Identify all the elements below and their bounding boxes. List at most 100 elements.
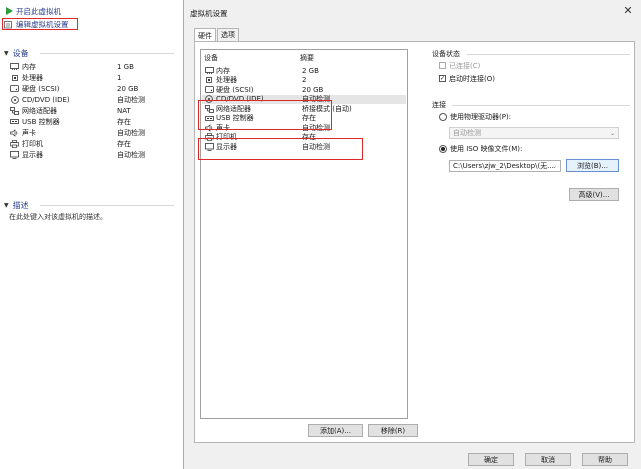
device-row-name: 处理器 [216,76,237,84]
use-iso-image-radio[interactable]: 使用 ISO 映像文件(M): [439,144,522,153]
processor-icon [9,73,20,82]
connect-at-power-on-checkbox[interactable]: ✓ 启动时连接(O) [439,74,495,83]
highlight-box-cd-network [198,138,363,160]
connect-at-power-on-label: 启动时连接(O) [449,74,495,83]
device-row-name: 内存 [216,66,230,75]
device-item[interactable]: 网络适配器 NAT [9,105,174,116]
device-name: 网络适配器 [22,106,57,115]
device-value: 存在 [117,117,131,126]
device-item[interactable]: 声卡 自动检测 [9,127,174,138]
device-row-summary: 2 GB [302,66,319,75]
advanced-button[interactable]: 高级(V)... [569,188,619,201]
description-section-header[interactable]: ▼ 描述 [4,200,29,211]
highlight-box-edit-settings [2,18,78,30]
device-value: 20 GB [117,84,139,93]
device-value: 自动检测 [117,128,145,137]
hard-disk-icon [9,84,20,93]
collapse-caret-icon: ▼ [4,50,9,57]
processor-icon [204,76,214,84]
sound-card-icon [9,128,20,137]
usb-icon [9,117,20,126]
device-item[interactable]: USB 控制器 存在 [9,116,174,127]
tab-options[interactable]: 选项 [217,28,239,41]
device-value: 自动检测 [117,95,145,104]
device-status-divider [467,54,630,55]
devices-divider [40,53,174,54]
collapse-caret-icon: ▼ [4,202,9,209]
device-item[interactable]: CD/DVD (IDE) 自动检测 [9,94,174,105]
memory-icon [204,67,214,75]
vm-summary-panel: 开启此虚拟机 编辑虚拟机设置 ▼ 设备 内存 1 GB 处理器 1 硬盘 (SCSI) 2… [0,0,178,469]
dialog-title: 虚拟机设置 [190,9,228,18]
column-header-summary[interactable]: 摘要 [300,53,314,63]
power-on-action[interactable]: 开启此虚拟机 [4,6,61,16]
memory-icon [9,62,20,71]
device-name: 显示器 [22,150,43,159]
power-on-label: 开启此虚拟机 [16,6,61,16]
connection-divider [452,105,630,106]
add-device-button[interactable]: 添加(A)... [308,424,363,437]
play-icon [4,7,13,16]
device-name: USB 控制器 [22,117,60,126]
tab-hardware[interactable]: 硬件 [194,28,216,42]
use-iso-image-label: 使用 ISO 映像文件(M): [450,144,523,153]
device-item[interactable]: 内存 1 GB [9,61,174,72]
devices-header-label: 设备 [12,49,29,58]
cd-dvd-icon [9,95,20,104]
use-physical-drive-radio[interactable]: 使用物理驱动器(P): [439,112,511,121]
ok-button[interactable]: 确定 [468,453,514,466]
device-name: 打印机 [22,139,43,148]
device-value: 自动检测 [117,150,145,159]
connection-label: 连接 [432,101,446,109]
use-physical-drive-label: 使用物理驱动器(P): [450,112,512,121]
device-row[interactable]: 内存 2 GB [202,66,406,75]
physical-drive-select[interactable]: 自动检测 ⌄ [449,127,619,139]
device-value: NAT [117,106,131,115]
device-name: CD/DVD (IDE) [22,95,70,104]
cancel-button[interactable]: 取消 [525,453,571,466]
hardware-tab-panel: 设备 摘要 内存 2 GB 处理器 2 硬盘 (SCSI) 20 GB CD/DVD (ID… [194,41,635,443]
device-list-header: 设备 摘要 [204,53,314,63]
help-button[interactable]: 帮助 [582,453,628,466]
iso-path-combo[interactable]: C:\Users\zjw_2\Desktop\(无... ⌄ [449,160,561,172]
chevron-down-icon: ⌄ [609,130,615,137]
device-name: 处理器 [22,73,43,82]
device-status-label: 设备状态 [432,50,460,58]
network-adapter-icon [9,106,20,115]
printer-icon [9,139,20,148]
device-name: 硬盘 (SCSI) [22,84,60,93]
vm-settings-dialog: 虚拟机设置 ✕ 硬件 选项 设备 摘要 内存 2 GB 处理器 2 硬盘 (SCSI) 2… [183,0,641,469]
device-row[interactable]: 处理器 2 [202,76,406,85]
remove-device-button[interactable]: 移除(R) [368,424,418,437]
dialog-tabs: 硬件 选项 [194,28,240,42]
browse-button[interactable]: 浏览(B)... [566,159,619,172]
device-item[interactable]: 硬盘 (SCSI) 20 GB [9,83,174,94]
device-row[interactable]: 硬盘 (SCSI) 20 GB [202,85,406,94]
device-value: 存在 [117,139,131,148]
device-name: 声卡 [22,128,36,137]
description-divider [40,205,174,206]
checkbox-box [439,62,446,69]
device-value: 1 [117,73,122,82]
connected-label: 已连接(C) [449,61,481,70]
device-row-name: 硬盘 (SCSI) [216,85,254,94]
connected-checkbox[interactable]: 已连接(C) [439,61,480,70]
close-icon[interactable]: ✕ [621,4,635,18]
description-header-label: 描述 [12,201,29,210]
column-header-device[interactable]: 设备 [204,53,300,63]
iso-path-value: C:\Users\zjw_2\Desktop\(无... [453,162,554,170]
radio-unselected-icon [439,112,447,121]
highlight-box-memory-processor [198,100,332,130]
devices-section-header[interactable]: ▼ 设备 [4,48,29,59]
device-value: 1 GB [117,62,134,71]
checkmark-icon: ✓ [439,74,446,82]
display-icon [9,150,20,159]
chevron-down-icon: ⌄ [551,163,557,170]
device-item[interactable]: 显示器 自动检测 [9,149,174,160]
physical-drive-value: 自动检测 [453,129,481,137]
device-row-summary: 2 [302,76,307,84]
device-item[interactable]: 处理器 1 [9,72,174,83]
description-text[interactable]: 在此处键入对该虚拟机的描述。 [9,212,107,222]
device-row-summary: 20 GB [302,85,324,94]
device-item[interactable]: 打印机 存在 [9,138,174,149]
